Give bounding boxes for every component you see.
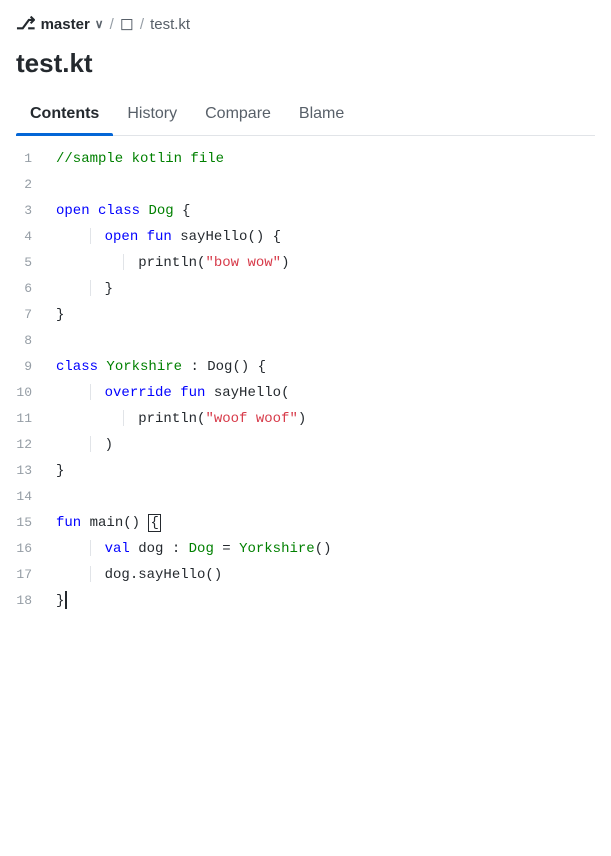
tab-contents[interactable]: Contents: [16, 95, 113, 135]
line-number: 14: [0, 484, 48, 510]
tab-history[interactable]: History: [113, 95, 191, 135]
code-line-1: 1 //sample kotlin file: [0, 146, 611, 172]
line-content: dog.sayHello(): [48, 562, 611, 588]
path-separator: /: [110, 16, 114, 33]
line-content: ): [48, 432, 611, 458]
line-number: 4: [0, 224, 48, 250]
chevron-down-icon: ∨: [95, 17, 104, 31]
line-content: override fun sayHello(: [48, 380, 611, 406]
line-number: 1: [0, 146, 48, 172]
code-line-7: 7 }: [0, 302, 611, 328]
line-content: open fun sayHello() {: [48, 224, 611, 250]
line-number: 5: [0, 250, 48, 276]
line-content: val dog : Dog = Yorkshire(): [48, 536, 611, 562]
line-number: 13: [0, 458, 48, 484]
code-line-15: 15 fun main() {: [0, 510, 611, 536]
code-line-17: 17 dog.sayHello(): [0, 562, 611, 588]
code-line-6: 6 }: [0, 276, 611, 302]
line-content: fun main() {: [48, 510, 611, 536]
code-line-13: 13 }: [0, 458, 611, 484]
line-content: println("bow wow"): [48, 250, 611, 276]
line-number: 17: [0, 562, 48, 588]
folder-icon: ◻: [120, 14, 134, 34]
line-number: 2: [0, 172, 48, 198]
line-number: 18: [0, 588, 48, 614]
line-number: 16: [0, 536, 48, 562]
page-title: test.kt: [16, 48, 595, 79]
page-header: ⎇ master ∨ / ◻ / test.kt test.kt Content…: [0, 0, 611, 136]
line-number: 3: [0, 198, 48, 224]
tab-compare[interactable]: Compare: [191, 95, 285, 135]
line-content: }: [48, 276, 611, 302]
tab-blame[interactable]: Blame: [285, 95, 358, 135]
branch-icon: ⎇: [16, 14, 36, 34]
branch-name: master: [41, 16, 90, 33]
tab-bar: Contents History Compare Blame: [16, 95, 595, 136]
code-line-5: 5 println("bow wow"): [0, 250, 611, 276]
code-line-16: 16 val dog : Dog = Yorkshire(): [0, 536, 611, 562]
code-line-14: 14: [0, 484, 611, 510]
code-line-4: 4 open fun sayHello() {: [0, 224, 611, 250]
line-content: //sample kotlin file: [48, 146, 611, 172]
line-content: println("woof woof"): [48, 406, 611, 432]
line-number: 11: [0, 406, 48, 432]
code-line-8: 8: [0, 328, 611, 354]
line-number: 10: [0, 380, 48, 406]
code-line-3: 3 open class Dog {: [0, 198, 611, 224]
line-content: open class Dog {: [48, 198, 611, 224]
code-line-2: 2: [0, 172, 611, 198]
line-number: 9: [0, 354, 48, 380]
code-line-18: 18 }: [0, 588, 611, 614]
path-separator-2: /: [140, 16, 144, 33]
line-number: 7: [0, 302, 48, 328]
breadcrumb: ⎇ master ∨ / ◻ / test.kt: [16, 14, 595, 34]
line-number: 12: [0, 432, 48, 458]
code-line-9: 9 class Yorkshire : Dog() {: [0, 354, 611, 380]
code-line-11: 11 println("woof woof"): [0, 406, 611, 432]
line-number: 6: [0, 276, 48, 302]
line-number: 8: [0, 328, 48, 354]
line-number: 15: [0, 510, 48, 536]
line-content: }: [48, 458, 611, 484]
branch-selector[interactable]: ⎇ master ∨: [16, 14, 104, 34]
line-content: }: [48, 588, 611, 614]
code-line-12: 12 ): [0, 432, 611, 458]
code-viewer: 1 //sample kotlin file 2 3 open class Do…: [0, 136, 611, 624]
code-line-10: 10 override fun sayHello(: [0, 380, 611, 406]
line-content: class Yorkshire : Dog() {: [48, 354, 611, 380]
file-name-breadcrumb: test.kt: [150, 16, 190, 33]
line-content: }: [48, 302, 611, 328]
